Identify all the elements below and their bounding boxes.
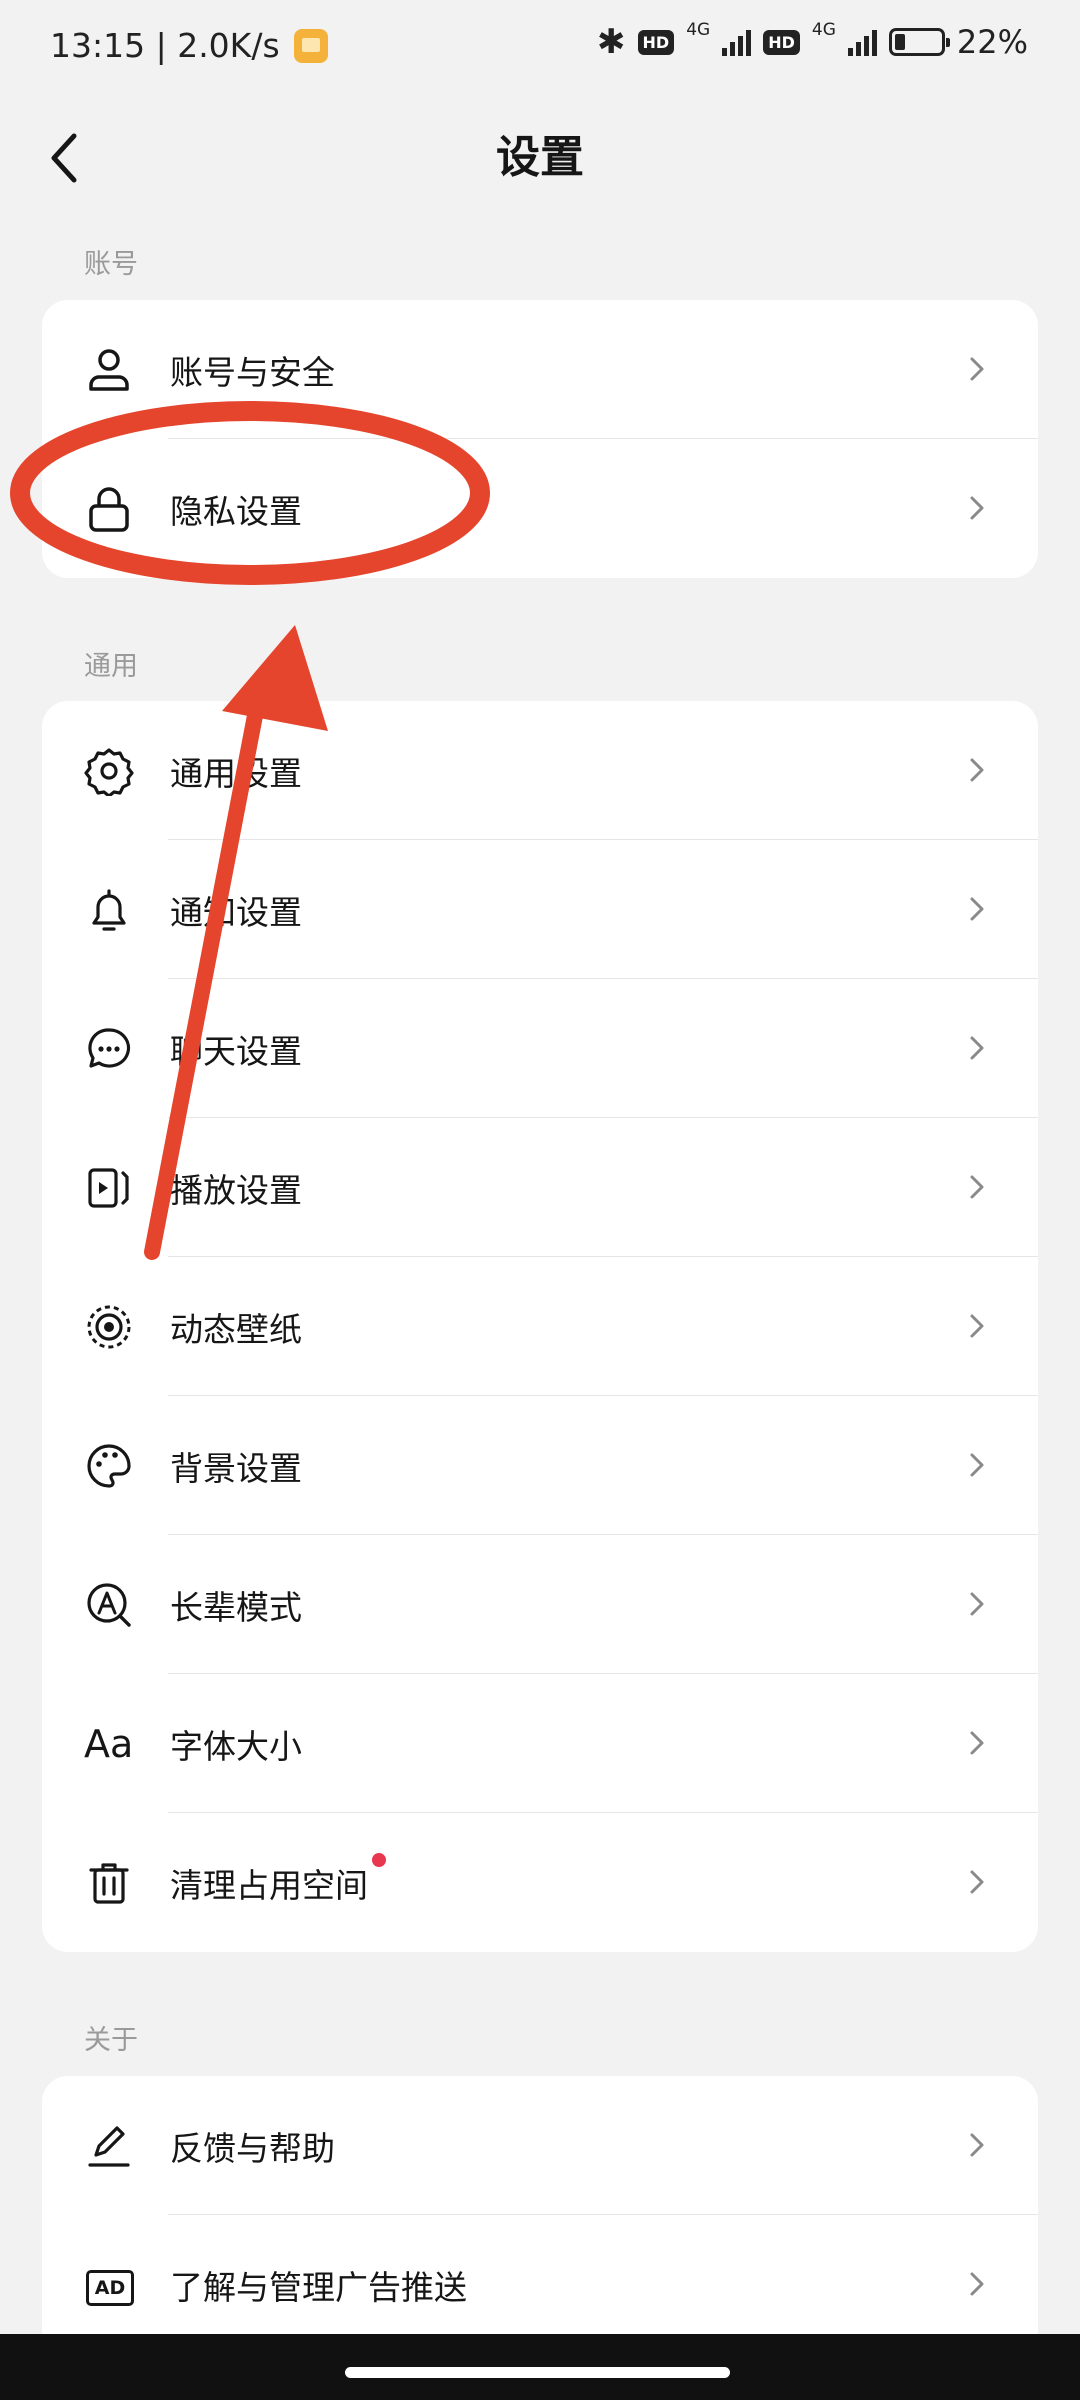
settings-row-privacy[interactable]: 隐私设置 [42, 439, 1038, 578]
status-left: 13:15 | 2.0K/s [50, 26, 328, 65]
row-label: 通知设置 [170, 892, 302, 932]
section-label-general: 通用 [84, 651, 138, 682]
chevron-right-icon [970, 357, 984, 381]
row-label: 长辈模式 [170, 1587, 302, 1627]
chevron-right-icon [970, 2272, 984, 2296]
settings-row-playback[interactable]: 播放设置 [42, 1118, 1038, 1257]
chevron-right-icon [970, 1592, 984, 1616]
network-type-2: 4G [811, 19, 836, 40]
bluetooth-icon: ✱ [597, 22, 626, 62]
new-badge-dot [372, 1853, 386, 1867]
row-label: 字体大小 [170, 1726, 302, 1766]
edit-pen-icon [88, 2126, 130, 2167]
row-label: 动态壁纸 [170, 1309, 302, 1349]
chat-bubble-icon [88, 1028, 131, 1068]
palette-icon [87, 1444, 131, 1488]
status-right: ✱ HD 4G HD 4G 22% [597, 19, 1028, 62]
settings-row-font-size[interactable]: Aa 字体大小 [42, 1674, 1038, 1813]
row-label: 聊天设置 [170, 1031, 302, 1071]
chevron-right-icon [970, 1870, 984, 1894]
card-about: 反馈与帮助 AD 了解与管理广告推送 [42, 2076, 1038, 2366]
live-wallpaper-icon [87, 1305, 131, 1349]
ad-icon: AD [86, 2270, 134, 2306]
person-icon [89, 349, 129, 391]
bell-icon [92, 889, 126, 931]
play-screen-icon [88, 1168, 129, 1208]
hd-badge-1: HD [637, 29, 675, 55]
chevron-right-icon [970, 1036, 984, 1060]
chevron-right-icon [970, 897, 984, 921]
card-general: 通用设置 通知设置 聊天设置 播放设置 动态壁纸 背景设置 长辈模式 Aa 字体… [42, 701, 1038, 1952]
settings-row-general[interactable]: 通用设置 [42, 701, 1038, 840]
gear-icon [84, 748, 134, 796]
row-label: 账号与安全 [170, 352, 335, 392]
row-label: 了解与管理广告推送 [170, 2267, 467, 2307]
trash-icon [89, 1863, 129, 1904]
chevron-right-icon [970, 1175, 984, 1199]
chevron-right-icon [970, 1314, 984, 1338]
chevron-right-icon [970, 1731, 984, 1755]
row-label: 清理占用空间 [170, 1865, 368, 1905]
hd-badge-2: HD [763, 29, 800, 55]
card-account: 账号与安全 隐私设置 [42, 300, 1038, 578]
signal-icon-1 [722, 28, 752, 56]
row-label: 隐私设置 [170, 491, 302, 531]
settings-row-chat[interactable]: 聊天设置 [42, 979, 1038, 1118]
settings-row-account-security[interactable]: 账号与安全 [42, 300, 1038, 439]
settings-row-clear-storage[interactable]: 清理占用空间 [42, 1813, 1038, 1952]
row-label: 反馈与帮助 [170, 2128, 335, 2168]
battery-icon [888, 28, 950, 56]
font-size-icon: Aa [84, 1722, 134, 1766]
elder-mode-icon [87, 1583, 131, 1627]
settings-row-notification[interactable]: 通知设置 [42, 840, 1038, 979]
row-label: 播放设置 [170, 1170, 302, 1210]
status-bar: 13:15 | 2.0K/s ✱ HD 4G HD 4G 22% [0, 0, 1080, 96]
settings-row-elder-mode[interactable]: 长辈模式 [42, 1535, 1038, 1674]
status-time-speed: 13:15 | 2.0K/s [50, 26, 280, 65]
chevron-right-icon [970, 496, 984, 520]
signal-icon-2 [847, 28, 877, 56]
battery-text: 22% [956, 23, 1028, 61]
chevron-right-icon [970, 1453, 984, 1477]
battery-fill [894, 34, 905, 50]
chevron-right-icon [970, 2133, 984, 2157]
home-indicator-bar [0, 2334, 1080, 2400]
settings-row-background[interactable]: 背景设置 [42, 1396, 1038, 1535]
settings-row-live-wallpaper[interactable]: 动态壁纸 [42, 1257, 1038, 1396]
page-title: 设置 [496, 132, 584, 183]
section-label-account: 账号 [84, 249, 138, 280]
settings-row-feedback[interactable]: 反馈与帮助 [42, 2076, 1038, 2215]
row-label: 背景设置 [170, 1448, 302, 1488]
lock-icon [89, 487, 129, 532]
section-label-about: 关于 [84, 2025, 138, 2056]
home-gesture-handle[interactable] [345, 2367, 730, 2378]
network-type-1: 4G [686, 19, 711, 40]
chevron-right-icon [970, 758, 984, 782]
row-label: 通用设置 [170, 753, 302, 793]
notes-app-icon [293, 28, 328, 63]
